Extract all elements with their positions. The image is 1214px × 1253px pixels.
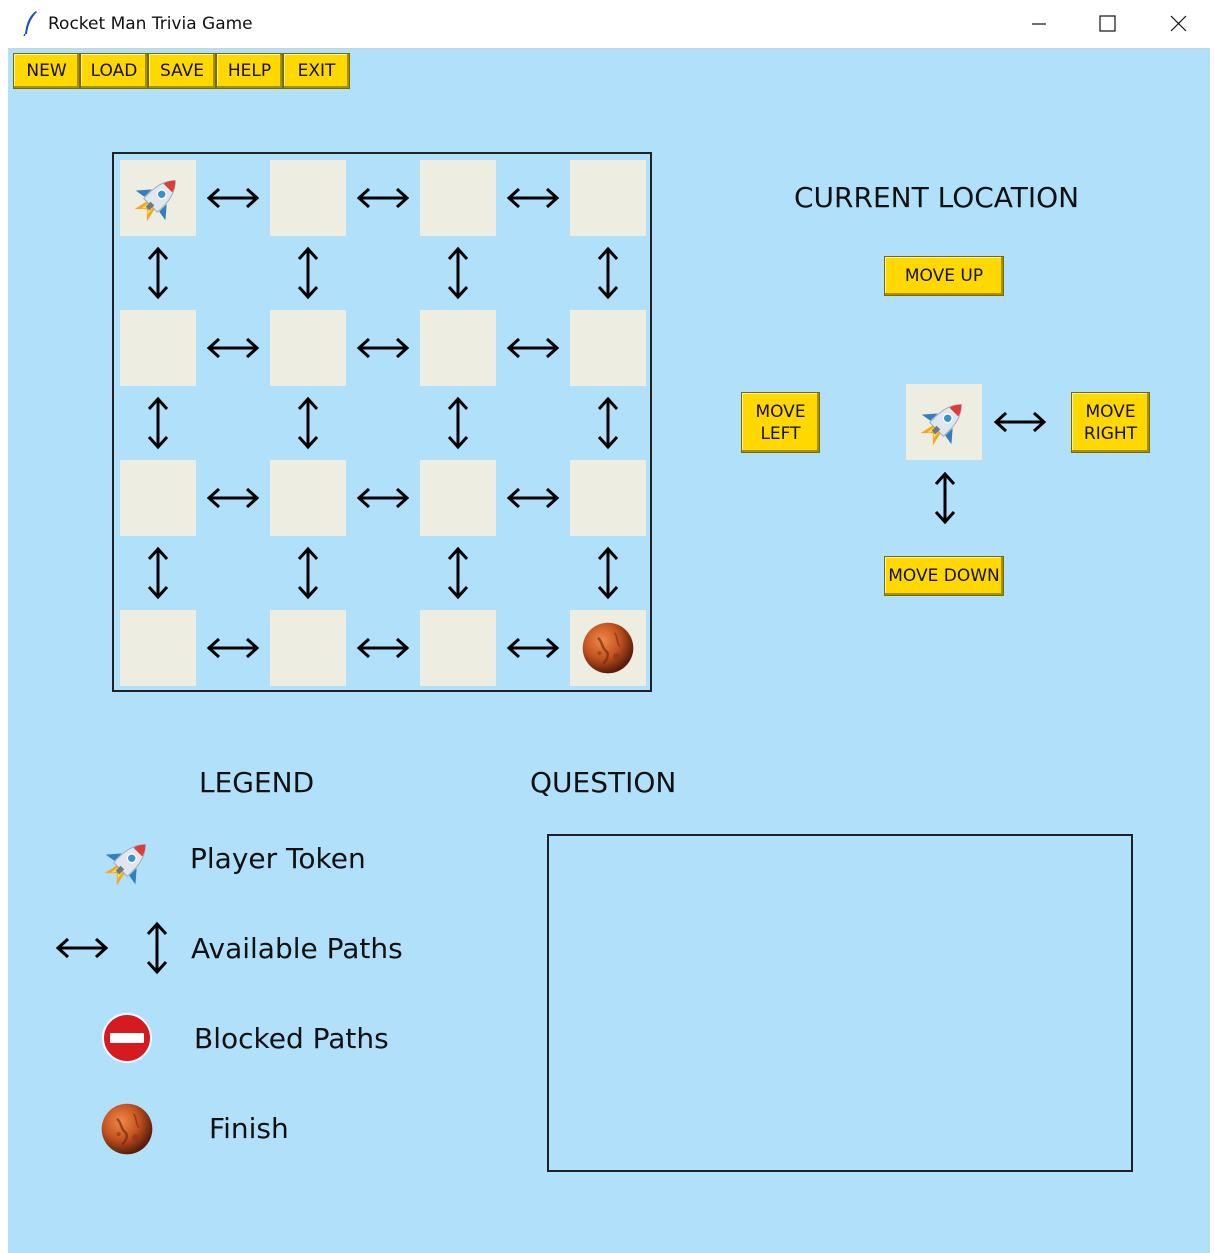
move-left-label-1: MOVE bbox=[755, 401, 806, 422]
close-icon[interactable] bbox=[1148, 0, 1210, 48]
rocket-icon bbox=[130, 170, 186, 226]
title-bar: Rocket Man Trivia Game bbox=[0, 0, 1214, 48]
move-left-label-2: LEFT bbox=[760, 423, 801, 444]
move-right-button[interactable]: MOVE RIGHT bbox=[1071, 392, 1150, 453]
board-cell bbox=[270, 610, 346, 686]
board-cell bbox=[270, 460, 346, 536]
legend-player-token: Player Token bbox=[190, 842, 366, 875]
path-horizontal-arrow-icon bbox=[356, 636, 410, 660]
legend-horizontal-arrow-icon bbox=[55, 936, 109, 960]
current-location-cell bbox=[906, 384, 982, 460]
move-left-button[interactable]: MOVE LEFT bbox=[741, 392, 820, 453]
rocket-icon bbox=[916, 394, 972, 450]
path-horizontal-arrow-icon bbox=[356, 186, 410, 210]
board-cell bbox=[570, 610, 646, 686]
window-edge-left bbox=[0, 48, 8, 1252]
feather-icon bbox=[23, 11, 37, 36]
move-right-label-1: MOVE bbox=[1085, 401, 1136, 422]
path-vertical-arrow-icon bbox=[596, 246, 620, 300]
path-right-arrow-icon bbox=[993, 410, 1047, 434]
window-title: Rocket Man Trivia Game bbox=[48, 14, 253, 34]
question-box bbox=[547, 834, 1133, 1172]
path-horizontal-arrow-icon bbox=[206, 186, 260, 210]
exit-button[interactable]: EXIT bbox=[283, 53, 350, 89]
board-cell bbox=[120, 160, 196, 236]
legend-heading: LEGEND bbox=[199, 766, 315, 799]
legend-vertical-arrow-icon bbox=[145, 921, 169, 975]
load-button[interactable]: LOAD bbox=[80, 53, 148, 89]
save-button[interactable]: SAVE bbox=[148, 53, 216, 89]
board-cell bbox=[570, 310, 646, 386]
path-down-arrow-icon bbox=[933, 471, 957, 525]
board-cell bbox=[120, 610, 196, 686]
path-horizontal-arrow-icon bbox=[506, 336, 560, 360]
move-right-label-2: RIGHT bbox=[1083, 423, 1138, 444]
minimize-icon[interactable] bbox=[1008, 0, 1070, 48]
path-vertical-arrow-icon bbox=[446, 546, 470, 600]
move-up-button[interactable]: MOVE UP bbox=[884, 256, 1004, 296]
mars-finish-icon bbox=[581, 621, 635, 675]
board-cell bbox=[120, 310, 196, 386]
path-horizontal-arrow-icon bbox=[356, 336, 410, 360]
board-cell bbox=[420, 310, 496, 386]
path-vertical-arrow-icon bbox=[146, 546, 170, 600]
help-button[interactable]: HELP bbox=[216, 53, 283, 89]
board-cell bbox=[420, 460, 496, 536]
no-entry-icon bbox=[102, 1013, 152, 1063]
board-cell bbox=[120, 460, 196, 536]
path-horizontal-arrow-icon bbox=[506, 486, 560, 510]
path-horizontal-arrow-icon bbox=[506, 186, 560, 210]
board-cell bbox=[420, 160, 496, 236]
path-vertical-arrow-icon bbox=[446, 246, 470, 300]
path-vertical-arrow-icon bbox=[596, 396, 620, 450]
path-vertical-arrow-icon bbox=[446, 396, 470, 450]
path-horizontal-arrow-icon bbox=[506, 636, 560, 660]
path-horizontal-arrow-icon bbox=[206, 486, 260, 510]
board-cell bbox=[270, 160, 346, 236]
window-edge-right bbox=[1210, 48, 1214, 1252]
move-down-button[interactable]: MOVE DOWN bbox=[884, 556, 1004, 596]
path-vertical-arrow-icon bbox=[296, 396, 320, 450]
path-vertical-arrow-icon bbox=[146, 246, 170, 300]
path-vertical-arrow-icon bbox=[596, 546, 620, 600]
player-token-rocket-icon bbox=[100, 834, 156, 890]
path-vertical-arrow-icon bbox=[296, 246, 320, 300]
maximize-icon[interactable] bbox=[1076, 0, 1138, 48]
mars-finish-icon bbox=[100, 1102, 154, 1156]
path-horizontal-arrow-icon bbox=[206, 336, 260, 360]
legend-finish: Finish bbox=[209, 1112, 289, 1145]
path-vertical-arrow-icon bbox=[296, 546, 320, 600]
path-horizontal-arrow-icon bbox=[206, 636, 260, 660]
new-button[interactable]: NEW bbox=[13, 53, 80, 89]
board-cell bbox=[270, 310, 346, 386]
current-location-heading: CURRENT LOCATION bbox=[794, 181, 1080, 214]
legend-available-paths: Available Paths bbox=[191, 932, 403, 965]
path-horizontal-arrow-icon bbox=[356, 486, 410, 510]
question-heading: QUESTION bbox=[530, 766, 677, 799]
board-cell bbox=[420, 610, 496, 686]
board-cell bbox=[570, 160, 646, 236]
legend-blocked-paths: Blocked Paths bbox=[194, 1022, 389, 1055]
game-board bbox=[112, 152, 652, 692]
path-vertical-arrow-icon bbox=[146, 396, 170, 450]
board-cell bbox=[570, 460, 646, 536]
